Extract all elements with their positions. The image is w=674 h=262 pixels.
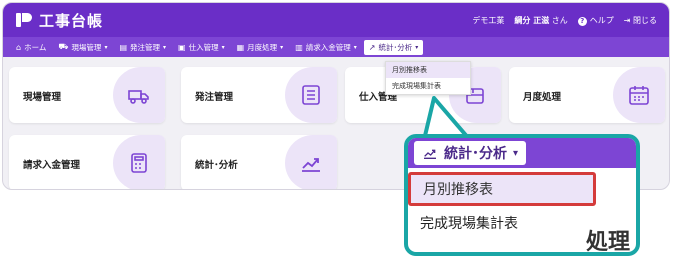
nav-home[interactable]: ⌂ ホーム: [11, 40, 51, 55]
calendar-icon: ▦: [236, 42, 245, 52]
tile-label: 請求入金管理: [23, 160, 81, 171]
nav-site[interactable]: ⛟ 現場管理 ▾: [53, 40, 112, 55]
home-icon: ⌂: [16, 42, 22, 52]
calendar-icon: [629, 86, 649, 105]
tile-site[interactable]: 現場管理: [9, 67, 165, 123]
chevron-down-icon: ▾: [104, 43, 108, 51]
calculator-icon: [131, 153, 147, 173]
dropdown-item-monthly[interactable]: 月別推移表: [386, 62, 470, 78]
tile-stats[interactable]: 統計･分析: [181, 135, 337, 189]
nav-stats[interactable]: ↗ 統計･分析 ▾: [363, 39, 424, 55]
exit-icon: ⇥: [623, 15, 631, 25]
chart-icon: [302, 158, 320, 172]
tile-label: 現場管理: [23, 92, 62, 103]
tile-label: 発注管理: [195, 92, 234, 103]
help-icon: ?: [577, 16, 587, 26]
chevron-down-icon: ▾: [353, 43, 357, 51]
stats-dropdown: 月別推移表 完成現場集計表: [385, 61, 471, 95]
zoom-item-monthly[interactable]: 月別推移表: [408, 172, 596, 206]
doc-icon: ▤: [119, 42, 128, 52]
main-nav: ⌂ ホーム ⛟ 現場管理 ▾ ▤ 発注管理 ▾ ▣ 仕入管理 ▾ ▦ 月度処理 ▾ ▥ 請求入金管理…: [3, 37, 669, 57]
app-logo[interactable]: 工事台帳: [15, 10, 103, 31]
nav-monthly[interactable]: ▦ 月度処理 ▾: [232, 40, 289, 55]
help-link[interactable]: ? ヘルプ: [577, 15, 614, 26]
zoom-stats-button[interactable]: 統計･分析 ▾: [414, 141, 527, 165]
title-bar: 工事台帳 デモ工業 綱分 正滋 さん ? ヘルプ ⇥ 閉じる: [3, 3, 669, 37]
chart-icon: [424, 149, 436, 159]
zoom-button-label: 統計･分析: [444, 146, 507, 162]
nav-order[interactable]: ▤ 発注管理 ▾: [114, 40, 171, 55]
chevron-down-icon: ▾: [513, 147, 519, 159]
calculator-icon: ▥: [295, 42, 303, 52]
truck-icon: [128, 90, 149, 104]
logo-icon: [15, 11, 33, 29]
chevron-down-icon: ▾: [280, 43, 284, 51]
tile-monthly[interactable]: 月度処理: [509, 67, 665, 123]
tile-label: 統計･分析: [195, 160, 238, 171]
zoom-item-completed[interactable]: 完成現場集計表: [408, 206, 596, 240]
app-title: 工事台帳: [39, 11, 104, 30]
chevron-down-icon: ▾: [163, 43, 167, 51]
dropdown-item-completed[interactable]: 完成現場集計表: [386, 78, 470, 94]
zoom-callout: 統計･分析 ▾ 月別推移表 完成現場集計表 処理: [404, 134, 640, 256]
nav-purchase[interactable]: ▣ 仕入管理 ▾: [173, 40, 230, 55]
box-icon: ▣: [178, 42, 186, 52]
chevron-down-icon: ▾: [415, 43, 419, 51]
list-icon: [302, 85, 320, 105]
user-info: 綱分 正滋 さん: [514, 15, 568, 25]
tile-billing[interactable]: 請求入金管理: [9, 135, 165, 189]
chevron-down-icon: ▾: [221, 43, 225, 51]
zoom-dropdown: 月別推移表 完成現場集計表: [408, 172, 596, 240]
tile-label: 月度処理: [523, 92, 562, 103]
chart-icon: ↗: [368, 42, 376, 52]
close-link[interactable]: ⇥ 閉じる: [624, 15, 657, 26]
zoom-background-text: 処理: [585, 230, 630, 255]
company-name: デモ工業: [472, 15, 505, 25]
truck-icon: ⛟: [58, 42, 69, 51]
nav-billing[interactable]: ▥ 請求入金管理 ▾: [290, 40, 362, 55]
tile-order[interactable]: 発注管理: [181, 67, 337, 123]
